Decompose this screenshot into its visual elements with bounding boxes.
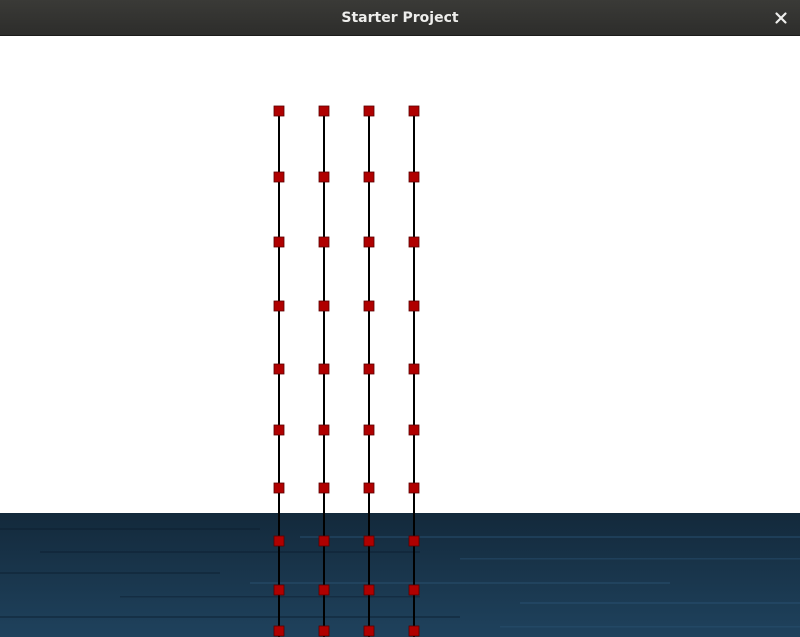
- floor-plank-streak: [40, 551, 420, 553]
- rope-particle: [408, 363, 420, 375]
- scene-canvas: [0, 105, 800, 637]
- floor-surface: [0, 513, 800, 637]
- rope-particle: [363, 584, 375, 596]
- rope-particle: [363, 625, 375, 637]
- rope-particle: [408, 105, 420, 117]
- rope-particle: [363, 482, 375, 494]
- rope-particle: [318, 535, 330, 547]
- rope-particle: [363, 363, 375, 375]
- rope-particle: [273, 300, 285, 312]
- rope-particle: [408, 236, 420, 248]
- rope-particle: [363, 171, 375, 183]
- rope-particle: [318, 300, 330, 312]
- rope-particle: [408, 625, 420, 637]
- floor-plank-streak: [0, 616, 460, 618]
- floor-plank-streak: [120, 596, 420, 598]
- rope-particle: [408, 424, 420, 436]
- rope-particle: [273, 625, 285, 637]
- floor-plank-streak: [0, 528, 260, 530]
- rope-particle: [408, 300, 420, 312]
- floor-plank-streak: [460, 558, 800, 560]
- rope-particle: [318, 236, 330, 248]
- rope-particle: [273, 105, 285, 117]
- rope-particle: [363, 105, 375, 117]
- floor-plank-streak: [500, 626, 800, 628]
- floor-plank-streak: [250, 582, 670, 584]
- rope-particle: [363, 535, 375, 547]
- rope-particle: [273, 363, 285, 375]
- rope-particle: [363, 424, 375, 436]
- close-button[interactable]: [772, 9, 790, 27]
- rope-particle: [318, 363, 330, 375]
- rope-particle: [318, 424, 330, 436]
- rope-particle: [408, 482, 420, 494]
- rope-particle: [318, 625, 330, 637]
- rope-particle: [363, 300, 375, 312]
- rope-particle: [273, 535, 285, 547]
- app-window: Starter Project: [0, 0, 800, 637]
- close-icon: [775, 12, 787, 24]
- rope-particle: [408, 584, 420, 596]
- rope-particle: [318, 105, 330, 117]
- rope-particle: [318, 482, 330, 494]
- rope-particle: [273, 584, 285, 596]
- floor-plank-streak: [520, 602, 800, 604]
- rope-particle: [273, 171, 285, 183]
- rope-particle: [318, 171, 330, 183]
- rope-particle: [408, 535, 420, 547]
- rope-particle: [273, 236, 285, 248]
- floor-plane: [0, 513, 800, 637]
- rope-particle: [363, 236, 375, 248]
- rope-particle: [318, 584, 330, 596]
- render-viewport[interactable]: [0, 36, 800, 637]
- rope-particle: [273, 482, 285, 494]
- floor-plank-streak: [300, 536, 800, 538]
- title-bar[interactable]: Starter Project: [0, 0, 800, 36]
- rope-particle: [273, 424, 285, 436]
- window-title: Starter Project: [341, 10, 459, 26]
- floor-plank-streak: [0, 572, 220, 574]
- rope-particle: [408, 171, 420, 183]
